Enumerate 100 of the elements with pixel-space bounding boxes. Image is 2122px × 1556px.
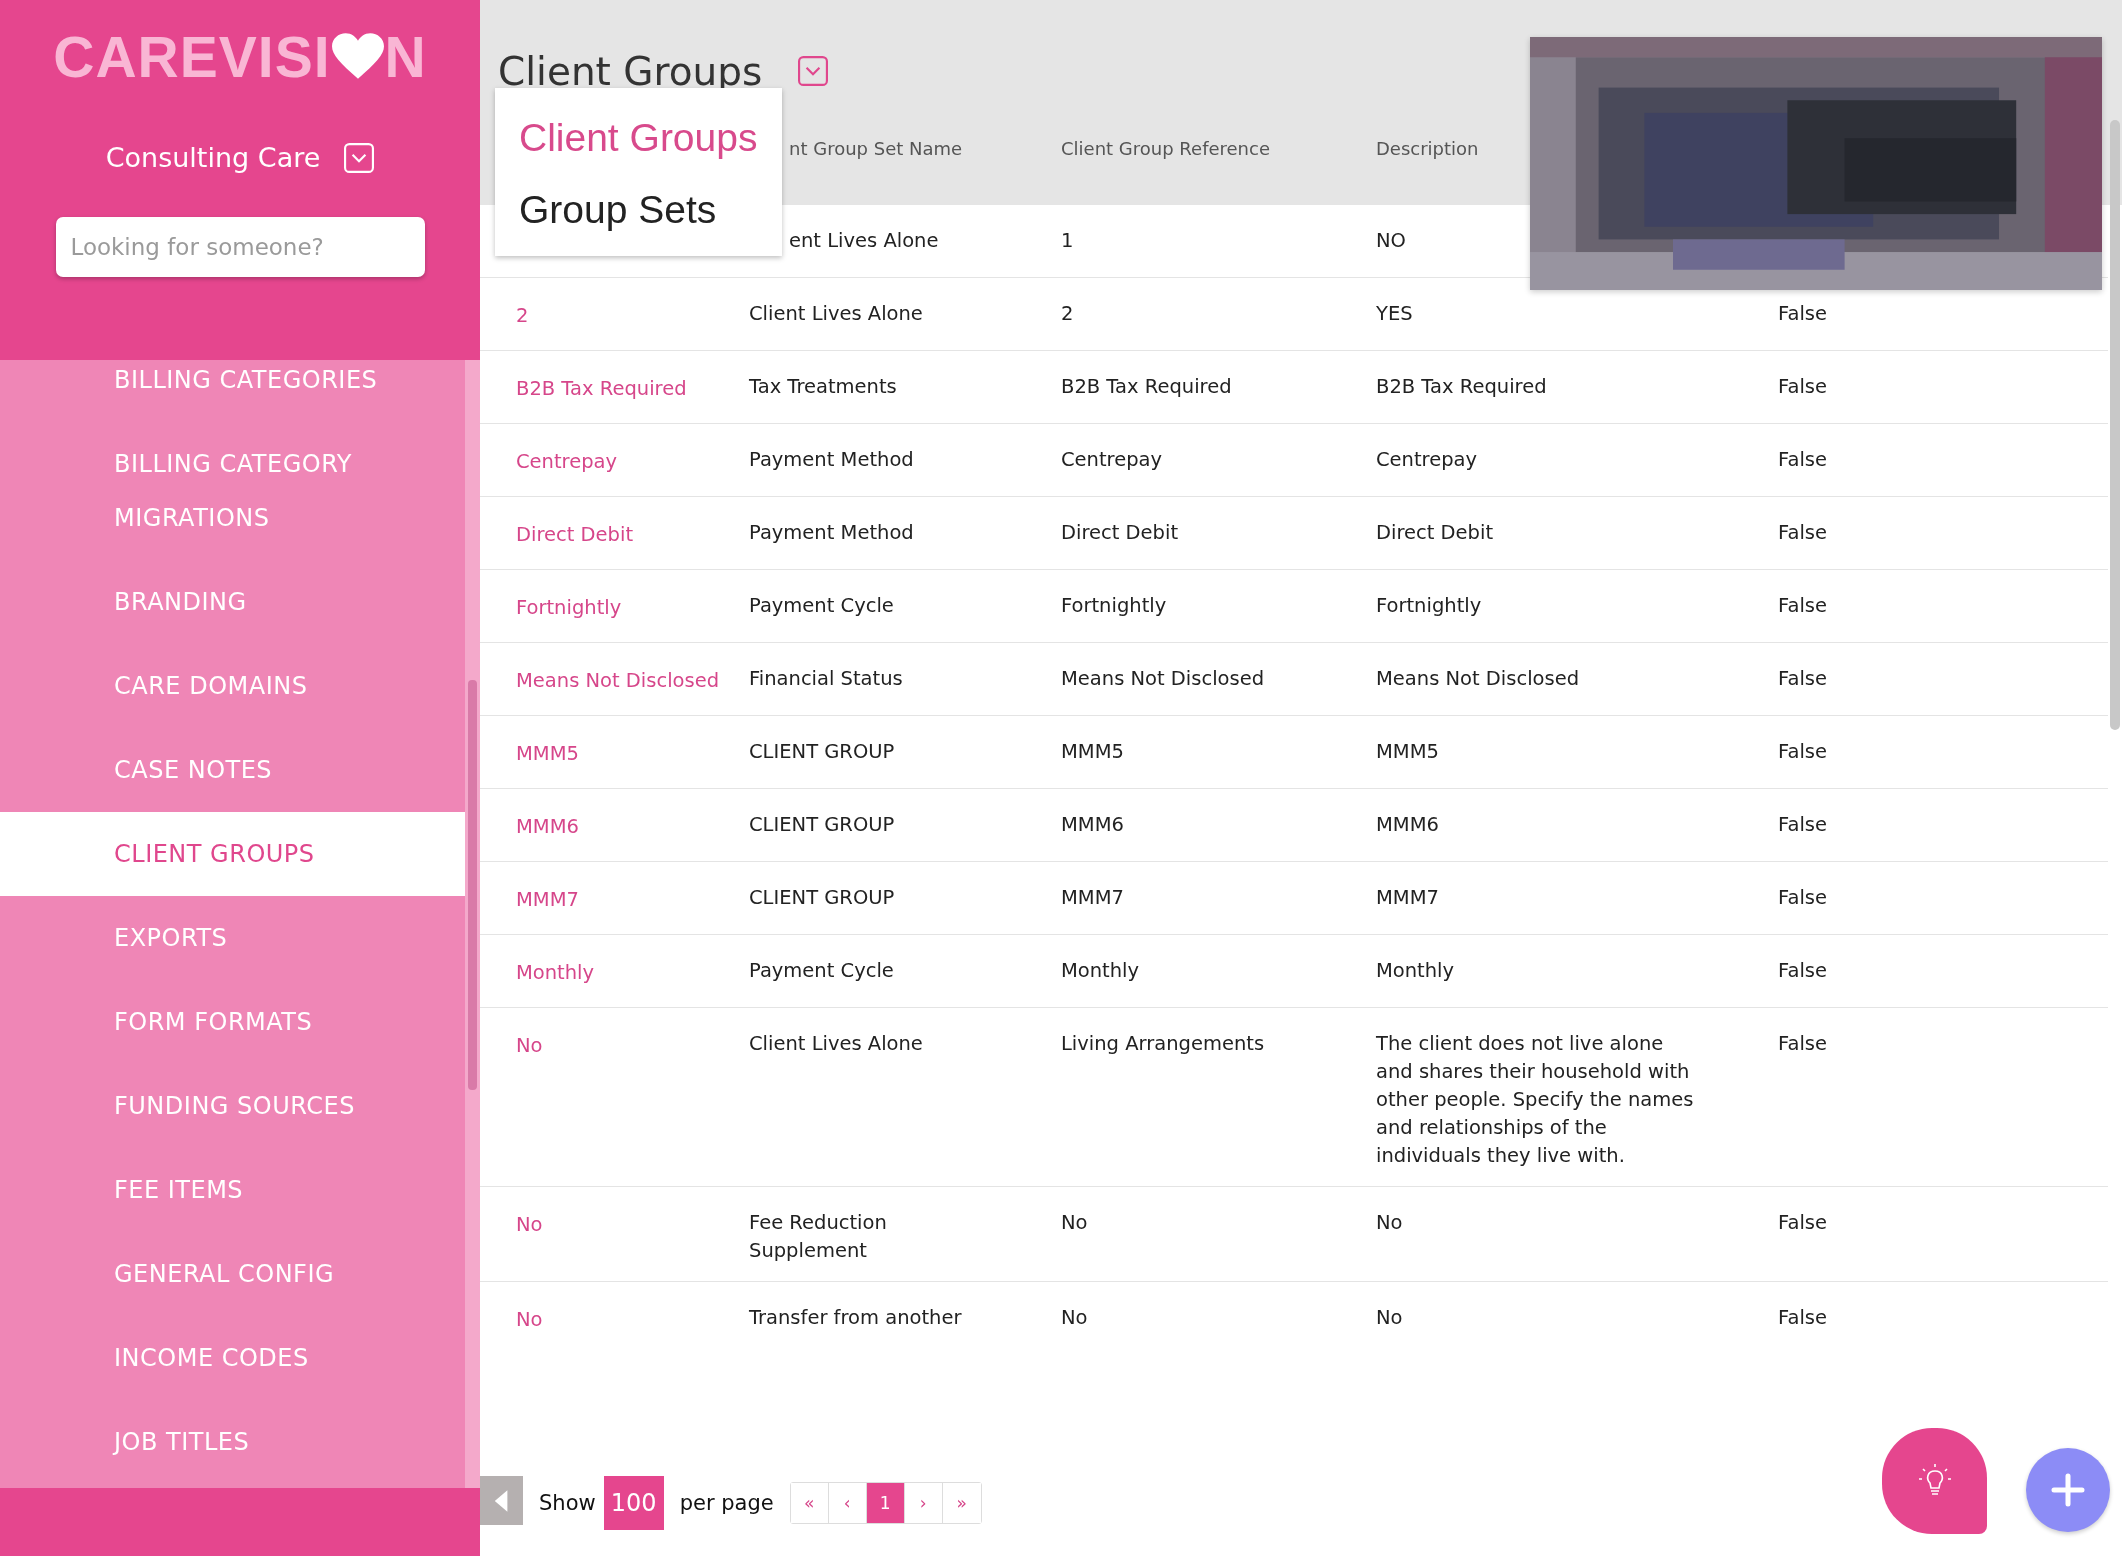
logo: CAREVISI N: [53, 24, 427, 91]
per-page-label: per page: [679, 1491, 774, 1515]
reference-cell: Means Not Disclosed: [1061, 667, 1265, 690]
search-field[interactable]: Looking for someone?: [55, 217, 425, 277]
group-name-link[interactable]: B2B Tax Required: [516, 377, 687, 400]
page-size-selector[interactable]: 100: [603, 1476, 664, 1530]
reference-cell: MMM6: [1061, 813, 1124, 836]
description-cell-text: MMM5: [1376, 739, 1439, 765]
group-set-cell-text: Transfer from another: [749, 1305, 962, 1331]
reference-cell: No: [1061, 1306, 1088, 1329]
group-set-cell-text: Tax Treatments: [749, 374, 897, 400]
nav-item[interactable]: BILLING CATEGORY MIGRATIONS: [0, 422, 465, 560]
group-name-link[interactable]: Fortnightly: [516, 596, 622, 619]
group-set-cell-text: Payment Method: [749, 447, 914, 473]
nav-item[interactable]: EXPORTS: [0, 896, 465, 980]
reference-cell: MMM7: [1061, 886, 1124, 909]
group-set-cell-text: ent Lives Alone: [789, 228, 939, 254]
description-cell-text: Direct Debit: [1376, 520, 1494, 546]
group-set-cell-text: Payment Method: [749, 520, 914, 546]
description-cell-text: NO: [1376, 228, 1406, 254]
nav-item[interactable]: BRANDING: [0, 560, 465, 644]
description-cell-text: YES: [1376, 301, 1413, 327]
value-cell: False: [1778, 594, 1827, 617]
nav-item[interactable]: BILLING CATEGORIES: [0, 360, 465, 422]
reference-cell: Fortnightly: [1061, 594, 1167, 617]
value-cell: False: [1778, 302, 1827, 325]
group-name-link[interactable]: Means Not Disclosed: [516, 669, 720, 692]
description-cell-text: No: [1376, 1305, 1403, 1331]
value-cell: False: [1778, 1306, 1827, 1329]
organization-name: Consulting Care: [105, 142, 321, 173]
group-name-link[interactable]: MMM7: [516, 888, 579, 911]
description-cell-text: B2B Tax Required: [1376, 374, 1547, 400]
description-cell-text: No: [1376, 1210, 1403, 1236]
description-cell-text: MMM7: [1376, 885, 1439, 911]
value-cell: False: [1778, 959, 1827, 982]
group-name-link[interactable]: MMM6: [516, 815, 579, 838]
reference-cell: Living Arrangements: [1061, 1032, 1265, 1055]
reference-cell: Centrepay: [1061, 448, 1163, 471]
group-name-link[interactable]: No: [516, 1034, 543, 1057]
column-header: nt Group Set Name: [789, 138, 963, 159]
group-set-cell-text: Client Lives Alone: [749, 1031, 923, 1057]
value-cell: False: [1778, 1032, 1827, 1055]
show-label: Show: [539, 1491, 596, 1515]
reference-cell: B2B Tax Required: [1061, 375, 1232, 398]
group-set-cell-text: CLIENT GROUP: [749, 739, 895, 765]
reference-cell: 1: [1061, 229, 1074, 252]
page-title: Client Groups: [498, 48, 763, 94]
column-header: Client Group Reference: [1061, 138, 1270, 159]
value-cell: False: [1778, 375, 1827, 398]
value-cell: False: [1778, 1211, 1827, 1234]
heart-icon: [331, 33, 384, 81]
menu-item[interactable]: Client Groups: [495, 102, 782, 174]
description-cell-text: Fortnightly: [1376, 593, 1482, 619]
description-cell-text: Monthly: [1376, 958, 1455, 984]
value-cell: False: [1778, 521, 1827, 544]
value-cell: False: [1778, 886, 1827, 909]
reference-cell: 2: [1061, 302, 1074, 325]
group-set-cell-text: CLIENT GROUP: [749, 812, 895, 838]
scrollbar-thumb[interactable]: [2110, 120, 2120, 730]
collapse-sidebar-button[interactable]: [480, 1476, 523, 1525]
nav-item[interactable]: CLIENT GROUPS: [0, 812, 465, 896]
nav-item[interactable]: FEE ITEMS: [0, 1148, 465, 1232]
group-set-cell-text: Financial Status: [749, 666, 903, 692]
description-cell-text: Centrepay: [1376, 447, 1478, 473]
dropdown-toggle-icon[interactable]: [798, 56, 829, 86]
nav-item[interactable]: CASE NOTES: [0, 728, 465, 812]
group-name-link[interactable]: Centrepay: [516, 450, 618, 473]
group-set-cell-text: CLIENT GROUP: [749, 885, 895, 911]
nav-item[interactable]: FUNDING SOURCES: [0, 1064, 465, 1148]
description-cell-text: Means Not Disclosed: [1376, 666, 1580, 692]
nav-item[interactable]: GENERAL CONFIG: [0, 1232, 465, 1316]
menu-item[interactable]: Group Sets: [495, 174, 782, 246]
group-set-cell-text: Payment Cycle: [749, 958, 894, 984]
add-button[interactable]: [2026, 1448, 2110, 1532]
value-cell: False: [1778, 740, 1827, 763]
group-name-link[interactable]: Direct Debit: [516, 523, 634, 546]
scrollbar-thumb[interactable]: [468, 680, 477, 1090]
column-header: Description: [1376, 138, 1479, 159]
reference-cell: Monthly: [1061, 959, 1140, 982]
group-name-link[interactable]: 2: [516, 304, 529, 327]
reference-cell: Direct Debit: [1061, 521, 1179, 544]
value-cell: False: [1778, 667, 1827, 690]
page-button[interactable]: «: [790, 1483, 829, 1523]
description-cell-text: MMM6: [1376, 812, 1439, 838]
group-name-link[interactable]: No: [516, 1308, 543, 1331]
value-cell: False: [1778, 813, 1827, 836]
group-name-link[interactable]: Monthly: [516, 961, 595, 984]
value-cell: False: [1778, 448, 1827, 471]
page-button[interactable]: 1: [866, 1483, 905, 1523]
reference-cell: No: [1061, 1211, 1088, 1234]
group-set-cell-text: Fee Reduction Supplement: [749, 1210, 888, 1264]
nav-item[interactable]: JOB TITLES: [0, 1400, 465, 1484]
group-set-cell-text: Client Lives Alone: [749, 301, 923, 327]
group-set-cell-text: Payment Cycle: [749, 593, 894, 619]
group-name-link[interactable]: MMM5: [516, 742, 579, 765]
nav-item[interactable]: FORM FORMATS: [0, 980, 465, 1064]
nav-item[interactable]: CARE DOMAINS: [0, 644, 465, 728]
group-name-link[interactable]: No: [516, 1213, 543, 1236]
reference-cell: MMM5: [1061, 740, 1124, 763]
nav-item[interactable]: INCOME CODES: [0, 1316, 465, 1400]
